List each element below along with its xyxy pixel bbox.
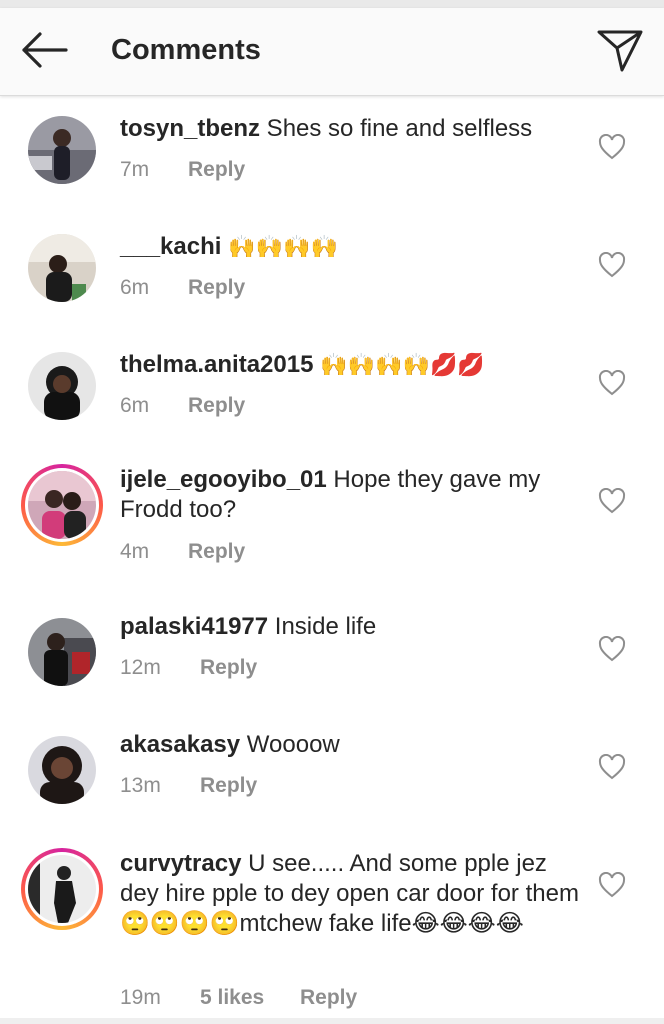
comment-username[interactable]: tosyn_tbenz — [120, 115, 260, 142]
heart-outline-icon[interactable] — [598, 636, 626, 662]
comment-time: 6m — [120, 276, 150, 299]
comment-text: Shes so fine and selfless — [260, 115, 533, 142]
heart-outline-icon[interactable] — [598, 252, 626, 278]
status-bar-strip — [0, 0, 664, 8]
avatar-photo — [28, 352, 96, 420]
comment-time: 6m — [120, 394, 150, 417]
avatar-photo — [28, 116, 96, 184]
reply-button[interactable]: Reply — [188, 394, 245, 417]
avatar-photo — [28, 471, 96, 539]
avatar-photo — [28, 234, 96, 302]
avatar[interactable] — [28, 618, 96, 686]
heart-outline-icon[interactable] — [598, 134, 626, 160]
avatar-photo — [28, 736, 96, 804]
avatar[interactable] — [28, 116, 96, 184]
comment-text: 🙌🙌🙌🙌 — [221, 235, 338, 260]
comment-username[interactable]: ___kachi — [120, 233, 221, 260]
reply-button[interactable]: Reply — [200, 774, 257, 797]
direct-send-icon — [597, 30, 643, 72]
avatar-story-ring[interactable] — [21, 848, 103, 930]
share-button[interactable] — [596, 26, 644, 74]
comment-username[interactable]: thelma.anita2015 — [120, 351, 313, 378]
heart-outline-icon[interactable] — [598, 370, 626, 396]
comment-time: 7m — [120, 158, 150, 181]
heart-outline-icon[interactable] — [598, 488, 626, 514]
likes-count[interactable]: 5 likes — [200, 986, 300, 1010]
comment-username[interactable]: curvytracy — [120, 850, 241, 877]
arrow-left-icon — [22, 32, 68, 68]
avatar[interactable] — [28, 234, 96, 302]
comment-meta: 19m 5 likes Reply — [120, 986, 357, 1010]
reply-button[interactable]: Reply — [188, 276, 245, 299]
comment-text: Inside life — [268, 613, 377, 640]
comment-username[interactable]: palaski41977 — [120, 613, 268, 640]
avatar[interactable] — [28, 352, 96, 420]
comment-username[interactable]: akasakasy — [120, 731, 240, 758]
reply-button[interactable]: Reply — [188, 540, 245, 563]
avatar-photo — [28, 618, 96, 686]
comment-meta: 4m Reply — [120, 540, 245, 564]
comment-time: 4m — [120, 540, 150, 563]
avatar-story-ring[interactable] — [21, 464, 103, 546]
comment-text: Woooow — [240, 731, 340, 758]
heart-outline-icon[interactable] — [598, 872, 626, 898]
comment-username[interactable]: ijele_egooyibo_01 — [120, 466, 327, 493]
comment-text: 🙌🙌🙌🙌💋💋 — [313, 353, 485, 378]
comment-time: 13m — [120, 774, 161, 797]
page-title: Comments — [111, 34, 261, 66]
reply-button[interactable]: Reply — [188, 158, 245, 181]
back-button[interactable] — [18, 28, 70, 72]
reply-button[interactable]: Reply — [200, 656, 257, 679]
heart-outline-icon[interactable] — [598, 754, 626, 780]
avatar[interactable] — [28, 736, 96, 804]
comment-time: 12m — [120, 656, 161, 679]
comment-time: 19m — [120, 986, 161, 1009]
comments-header: Comments — [0, 8, 664, 96]
avatar-photo — [28, 855, 96, 923]
reply-button[interactable]: Reply — [300, 986, 357, 1009]
bottom-divider — [0, 1018, 664, 1024]
